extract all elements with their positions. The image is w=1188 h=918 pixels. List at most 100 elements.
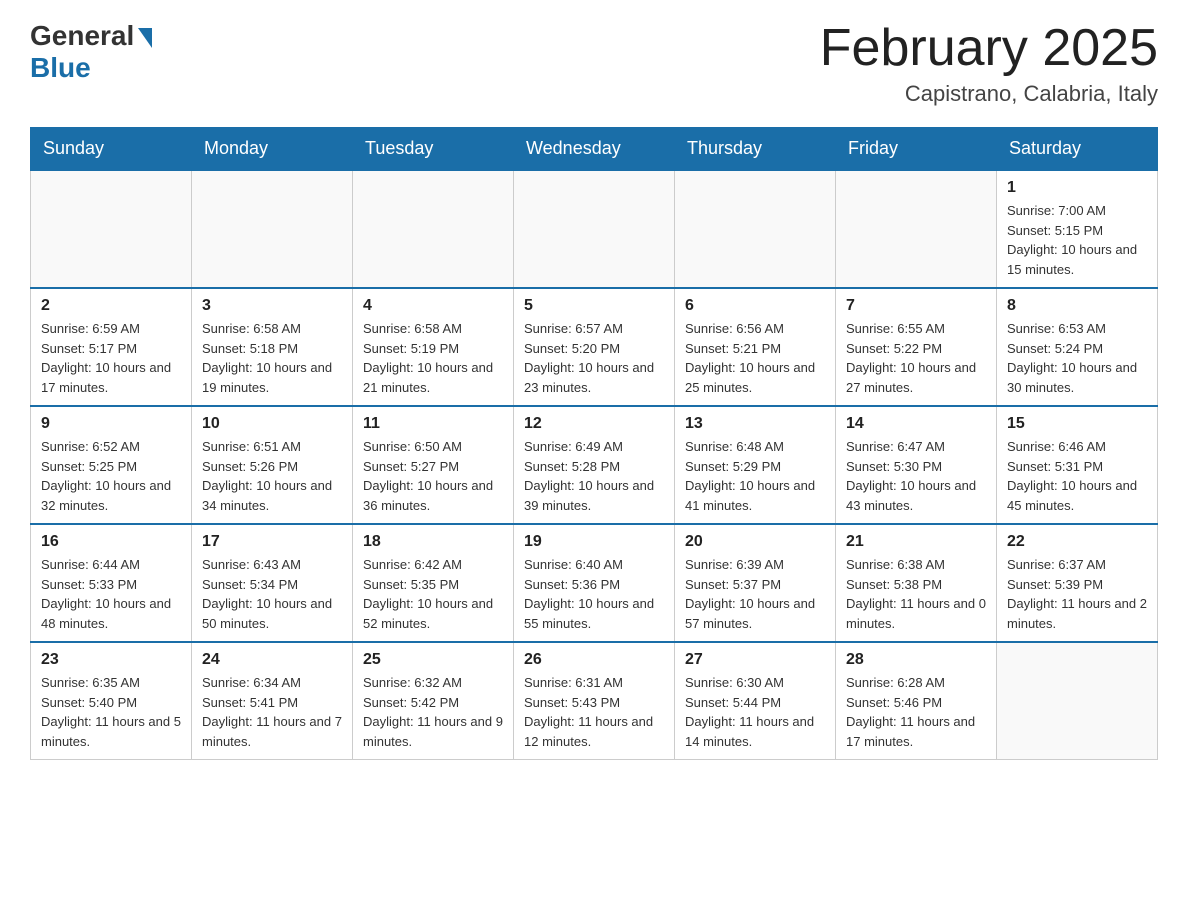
day-info: Sunrise: 6:58 AMSunset: 5:19 PMDaylight:… (363, 319, 503, 397)
day-info: Sunrise: 6:51 AMSunset: 5:26 PMDaylight:… (202, 437, 342, 515)
day-info: Sunrise: 6:31 AMSunset: 5:43 PMDaylight:… (524, 673, 664, 751)
logo-general-text: General (30, 20, 134, 52)
month-year-title: February 2025 (820, 20, 1158, 77)
calendar-cell (514, 170, 675, 288)
day-number: 18 (363, 533, 503, 551)
title-section: February 2025 Capistrano, Calabria, Ital… (820, 20, 1158, 107)
calendar-cell: 28 Sunrise: 6:28 AMSunset: 5:46 PMDayligh… (836, 642, 997, 760)
calendar-cell: 21 Sunrise: 6:38 AMSunset: 5:38 PMDayligh… (836, 524, 997, 642)
day-number: 17 (202, 533, 342, 551)
day-number: 19 (524, 533, 664, 551)
calendar-week-row: 23Sunrise: 6:35 AMSunset: 5:40 PMDayligh… (31, 642, 1158, 760)
day-info: Sunrise: 6:40 AMSunset: 5:36 PMDaylight:… (524, 555, 664, 633)
day-number: 13 (685, 415, 825, 433)
calendar-cell: 8 Sunrise: 6:53 AMSunset: 5:24 PMDaylight… (997, 288, 1158, 406)
day-number: 14 (846, 415, 986, 433)
day-info: Sunrise: 6:53 AMSunset: 5:24 PMDaylight:… (1007, 319, 1147, 397)
calendar-cell: 12 Sunrise: 6:49 AMSunset: 5:28 PMDayligh… (514, 406, 675, 524)
logo-arrow-icon (138, 28, 152, 48)
calendar-cell: 6Sunrise: 6:56 AMSunset: 5:21 PMDaylight… (675, 288, 836, 406)
day-number: 9 (41, 415, 181, 433)
day-number: 21 (846, 533, 986, 551)
calendar-cell (836, 170, 997, 288)
calendar-cell (192, 170, 353, 288)
calendar-cell (353, 170, 514, 288)
day-info: Sunrise: 6:30 AMSunset: 5:44 PMDaylight:… (685, 673, 825, 751)
logo: General Blue (30, 20, 152, 84)
day-number: 27 (685, 651, 825, 669)
day-info: Sunrise: 6:58 AMSunset: 5:18 PMDaylight:… (202, 319, 342, 397)
calendar-cell: 18 Sunrise: 6:42 AMSunset: 5:35 PMDayligh… (353, 524, 514, 642)
calendar-cell: 25 Sunrise: 6:32 AMSunset: 5:42 PMDayligh… (353, 642, 514, 760)
day-number: 24 (202, 651, 342, 669)
calendar-cell: 17Sunrise: 6:43 AMSunset: 5:34 PMDayligh… (192, 524, 353, 642)
calendar-cell: 15 Sunrise: 6:46 AMSunset: 5:31 PMDayligh… (997, 406, 1158, 524)
day-number: 25 (363, 651, 503, 669)
day-number: 15 (1007, 415, 1147, 433)
day-number: 11 (363, 415, 503, 433)
day-info: Sunrise: 6:55 AMSunset: 5:22 PMDaylight:… (846, 319, 986, 397)
calendar-cell: 3 Sunrise: 6:58 AMSunset: 5:18 PMDaylight… (192, 288, 353, 406)
weekday-header-monday: Monday (192, 128, 353, 171)
calendar-cell: 1 Sunrise: 7:00 AMSunset: 5:15 PMDaylight… (997, 170, 1158, 288)
calendar-cell: 11 Sunrise: 6:50 AMSunset: 5:27 PMDayligh… (353, 406, 514, 524)
day-info: Sunrise: 6:39 AMSunset: 5:37 PMDaylight:… (685, 555, 825, 633)
calendar-header-row: SundayMondayTuesdayWednesdayThursdayFrid… (31, 128, 1158, 171)
day-number: 5 (524, 297, 664, 315)
day-info: Sunrise: 6:32 AMSunset: 5:42 PMDaylight:… (363, 673, 503, 751)
calendar-week-row: 9 Sunrise: 6:52 AMSunset: 5:25 PMDaylight… (31, 406, 1158, 524)
day-info: Sunrise: 6:42 AMSunset: 5:35 PMDaylight:… (363, 555, 503, 633)
day-number: 8 (1007, 297, 1147, 315)
weekday-header-saturday: Saturday (997, 128, 1158, 171)
calendar-cell: 20Sunrise: 6:39 AMSunset: 5:37 PMDayligh… (675, 524, 836, 642)
weekday-header-sunday: Sunday (31, 128, 192, 171)
calendar-cell: 27 Sunrise: 6:30 AMSunset: 5:44 PMDayligh… (675, 642, 836, 760)
day-info: Sunrise: 6:59 AMSunset: 5:17 PMDaylight:… (41, 319, 181, 397)
calendar-week-row: 16Sunrise: 6:44 AMSunset: 5:33 PMDayligh… (31, 524, 1158, 642)
calendar-cell: 10Sunrise: 6:51 AMSunset: 5:26 PMDayligh… (192, 406, 353, 524)
day-info: Sunrise: 6:44 AMSunset: 5:33 PMDaylight:… (41, 555, 181, 633)
day-number: 23 (41, 651, 181, 669)
calendar-week-row: 2 Sunrise: 6:59 AMSunset: 5:17 PMDaylight… (31, 288, 1158, 406)
calendar-cell: 5 Sunrise: 6:57 AMSunset: 5:20 PMDaylight… (514, 288, 675, 406)
calendar-cell: 2 Sunrise: 6:59 AMSunset: 5:17 PMDaylight… (31, 288, 192, 406)
weekday-header-wednesday: Wednesday (514, 128, 675, 171)
day-number: 2 (41, 297, 181, 315)
day-number: 28 (846, 651, 986, 669)
day-number: 1 (1007, 179, 1147, 197)
day-info: Sunrise: 6:46 AMSunset: 5:31 PMDaylight:… (1007, 437, 1147, 515)
day-number: 22 (1007, 533, 1147, 551)
calendar-cell: 7 Sunrise: 6:55 AMSunset: 5:22 PMDaylight… (836, 288, 997, 406)
calendar-cell: 19 Sunrise: 6:40 AMSunset: 5:36 PMDayligh… (514, 524, 675, 642)
calendar-cell: 23Sunrise: 6:35 AMSunset: 5:40 PMDayligh… (31, 642, 192, 760)
calendar-cell: 24 Sunrise: 6:34 AMSunset: 5:41 PMDayligh… (192, 642, 353, 760)
day-info: Sunrise: 6:34 AMSunset: 5:41 PMDaylight:… (202, 673, 342, 751)
day-info: Sunrise: 6:37 AMSunset: 5:39 PMDaylight:… (1007, 555, 1147, 633)
weekday-header-tuesday: Tuesday (353, 128, 514, 171)
day-info: Sunrise: 6:28 AMSunset: 5:46 PMDaylight:… (846, 673, 986, 751)
day-info: Sunrise: 6:52 AMSunset: 5:25 PMDaylight:… (41, 437, 181, 515)
weekday-header-friday: Friday (836, 128, 997, 171)
calendar-cell (997, 642, 1158, 760)
day-info: Sunrise: 6:38 AMSunset: 5:38 PMDaylight:… (846, 555, 986, 633)
day-info: Sunrise: 6:49 AMSunset: 5:28 PMDaylight:… (524, 437, 664, 515)
day-number: 3 (202, 297, 342, 315)
day-number: 7 (846, 297, 986, 315)
day-number: 12 (524, 415, 664, 433)
calendar-cell (675, 170, 836, 288)
location-text: Capistrano, Calabria, Italy (820, 81, 1158, 107)
calendar-week-row: 1 Sunrise: 7:00 AMSunset: 5:15 PMDaylight… (31, 170, 1158, 288)
weekday-header-thursday: Thursday (675, 128, 836, 171)
day-number: 4 (363, 297, 503, 315)
calendar-cell: 16Sunrise: 6:44 AMSunset: 5:33 PMDayligh… (31, 524, 192, 642)
calendar-cell: 4 Sunrise: 6:58 AMSunset: 5:19 PMDaylight… (353, 288, 514, 406)
calendar-cell: 26Sunrise: 6:31 AMSunset: 5:43 PMDayligh… (514, 642, 675, 760)
day-info: Sunrise: 6:47 AMSunset: 5:30 PMDaylight:… (846, 437, 986, 515)
calendar-cell: 14 Sunrise: 6:47 AMSunset: 5:30 PMDayligh… (836, 406, 997, 524)
day-info: Sunrise: 7:00 AMSunset: 5:15 PMDaylight:… (1007, 201, 1147, 279)
day-info: Sunrise: 6:57 AMSunset: 5:20 PMDaylight:… (524, 319, 664, 397)
day-info: Sunrise: 6:50 AMSunset: 5:27 PMDaylight:… (363, 437, 503, 515)
calendar-cell: 22 Sunrise: 6:37 AMSunset: 5:39 PMDayligh… (997, 524, 1158, 642)
calendar-cell (31, 170, 192, 288)
day-number: 6 (685, 297, 825, 315)
